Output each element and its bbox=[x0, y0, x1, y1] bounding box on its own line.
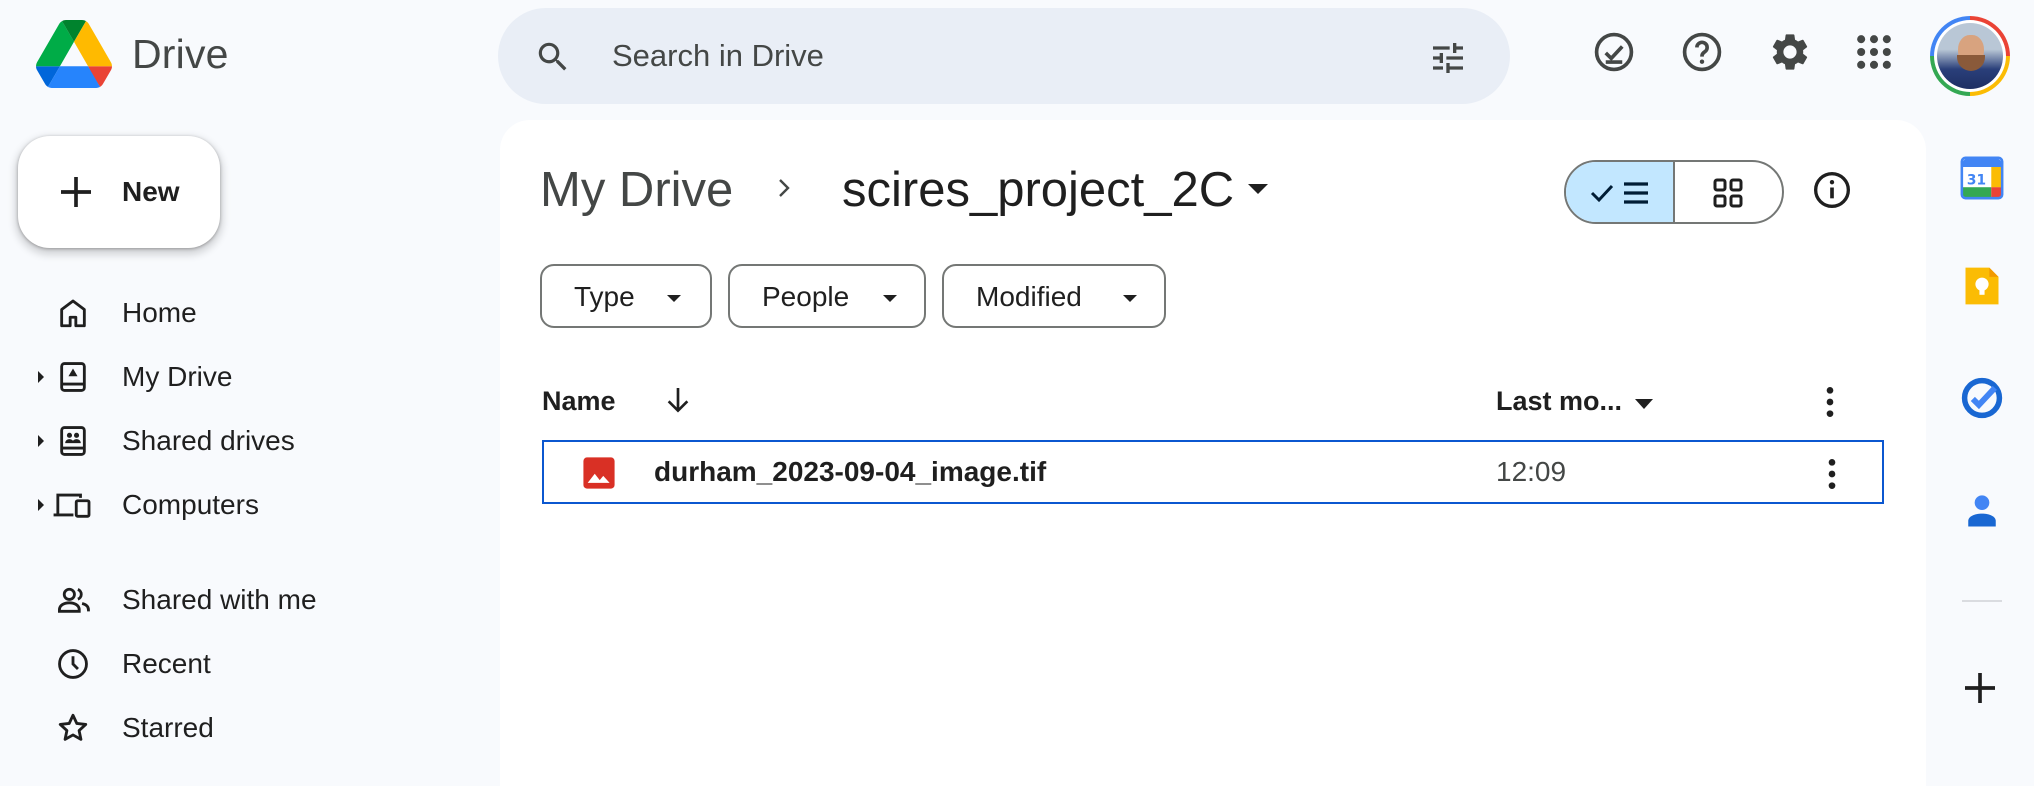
filter-chip-label: People bbox=[762, 281, 850, 312]
drive-logo-icon bbox=[36, 20, 112, 88]
sort-arrow-down-icon[interactable] bbox=[662, 384, 694, 416]
info-icon[interactable] bbox=[1812, 170, 1852, 210]
apps-grid-icon[interactable] bbox=[1852, 30, 1896, 74]
home-icon bbox=[60, 299, 86, 328]
calendar-icon[interactable]: 31 bbox=[1960, 156, 2004, 200]
breadcrumb-current-folder[interactable]: scires_project_2C bbox=[842, 162, 1234, 218]
filter-chip-people[interactable]: People bbox=[728, 264, 926, 328]
main-content: My Drive scires_project_2C Type People M… bbox=[500, 120, 1926, 786]
sidebar-item-label: Shared drives bbox=[122, 425, 295, 456]
sidebar-item-label: Home bbox=[122, 297, 197, 328]
chevron-down-icon[interactable] bbox=[1634, 398, 1654, 410]
chevron-down-icon bbox=[667, 295, 681, 302]
tasks-icon[interactable] bbox=[1960, 376, 2004, 420]
list-view-button[interactable] bbox=[1566, 162, 1675, 222]
breadcrumb-root[interactable]: My Drive bbox=[540, 162, 733, 218]
chevron-down-icon bbox=[1123, 295, 1137, 302]
sidebar-item-starred[interactable]: Starred bbox=[0, 699, 470, 755]
sidebar-item-label: My Drive bbox=[122, 361, 233, 392]
sidebar-item-recent[interactable]: Recent bbox=[0, 635, 470, 691]
expand-arrow-icon[interactable] bbox=[36, 498, 46, 512]
more-vert-icon[interactable] bbox=[1814, 382, 1846, 422]
sidebar-item-computers[interactable]: Computers bbox=[0, 476, 470, 532]
filter-chip-label: Type bbox=[574, 281, 635, 312]
new-button-label: New bbox=[122, 176, 180, 207]
side-panel-divider bbox=[1962, 600, 2002, 602]
keep-icon[interactable] bbox=[1960, 264, 2004, 308]
my-drive-icon bbox=[60, 362, 86, 392]
expand-arrow-icon[interactable] bbox=[36, 434, 46, 448]
sidebar-item-my-drive[interactable]: My Drive bbox=[0, 348, 470, 404]
settings-icon[interactable] bbox=[1768, 30, 1812, 74]
sidebar-item-label: Shared with me bbox=[122, 584, 317, 615]
chevron-down-icon bbox=[883, 295, 897, 302]
sidebar-item-shared-with-me[interactable]: Shared with me bbox=[0, 571, 470, 627]
contacts-icon[interactable] bbox=[1960, 488, 2004, 532]
expand-arrow-icon[interactable] bbox=[36, 370, 46, 384]
new-button[interactable]: New bbox=[18, 136, 220, 248]
ready-for-offline-icon[interactable] bbox=[1592, 30, 1636, 74]
view-toggle[interactable] bbox=[1564, 160, 1784, 224]
sidebar-item-label: Recent bbox=[122, 648, 211, 679]
sidebar-item-home[interactable]: Home bbox=[0, 284, 470, 340]
filter-chip-label: Modified bbox=[976, 281, 1082, 312]
drive-logo[interactable]: Drive bbox=[36, 20, 229, 88]
chevron-right-icon bbox=[779, 179, 790, 197]
grid-view-icon bbox=[1713, 178, 1743, 208]
star-icon bbox=[58, 713, 88, 741]
table-row[interactable]: durham_2023-09-04_image.tif 12:09 bbox=[542, 440, 1884, 504]
search-bar[interactable] bbox=[498, 8, 1510, 104]
more-vert-icon[interactable] bbox=[1816, 454, 1848, 494]
file-name[interactable]: durham_2023-09-04_image.tif bbox=[654, 456, 1046, 488]
clock-icon bbox=[58, 649, 88, 679]
calendar-badge: 31 bbox=[1967, 172, 1986, 188]
shared-drives-icon bbox=[60, 426, 86, 456]
list-view-icon bbox=[1590, 182, 1648, 204]
search-icon[interactable] bbox=[534, 38, 572, 76]
account-avatar[interactable] bbox=[1930, 16, 2010, 96]
app-title: Drive bbox=[132, 30, 229, 77]
shared-with-me-icon bbox=[58, 587, 90, 613]
sidebar-item-shared-drives[interactable]: Shared drives bbox=[0, 412, 470, 468]
search-input[interactable] bbox=[612, 32, 1372, 80]
sidebar-item-label: Starred bbox=[122, 712, 214, 743]
grid-view-button[interactable] bbox=[1675, 162, 1782, 222]
add-app-icon[interactable] bbox=[1960, 668, 2000, 708]
help-icon[interactable] bbox=[1680, 30, 1724, 74]
file-last-modified: 12:09 bbox=[1496, 456, 1567, 487]
plus-icon bbox=[61, 177, 91, 207]
image-file-icon bbox=[583, 457, 615, 489]
avatar-photo bbox=[1937, 23, 2003, 89]
computers-icon bbox=[53, 493, 91, 518]
sidebar-item-label: Computers bbox=[122, 489, 259, 520]
filter-chip-type[interactable]: Type bbox=[540, 264, 712, 328]
folder-menu-caret-icon[interactable] bbox=[1246, 182, 1270, 196]
search-options-icon[interactable] bbox=[1428, 38, 1468, 78]
column-header-last-modified[interactable]: Last mo... bbox=[1496, 386, 1622, 417]
column-header-name[interactable]: Name bbox=[542, 386, 616, 417]
filter-chip-modified[interactable]: Modified bbox=[942, 264, 1166, 328]
